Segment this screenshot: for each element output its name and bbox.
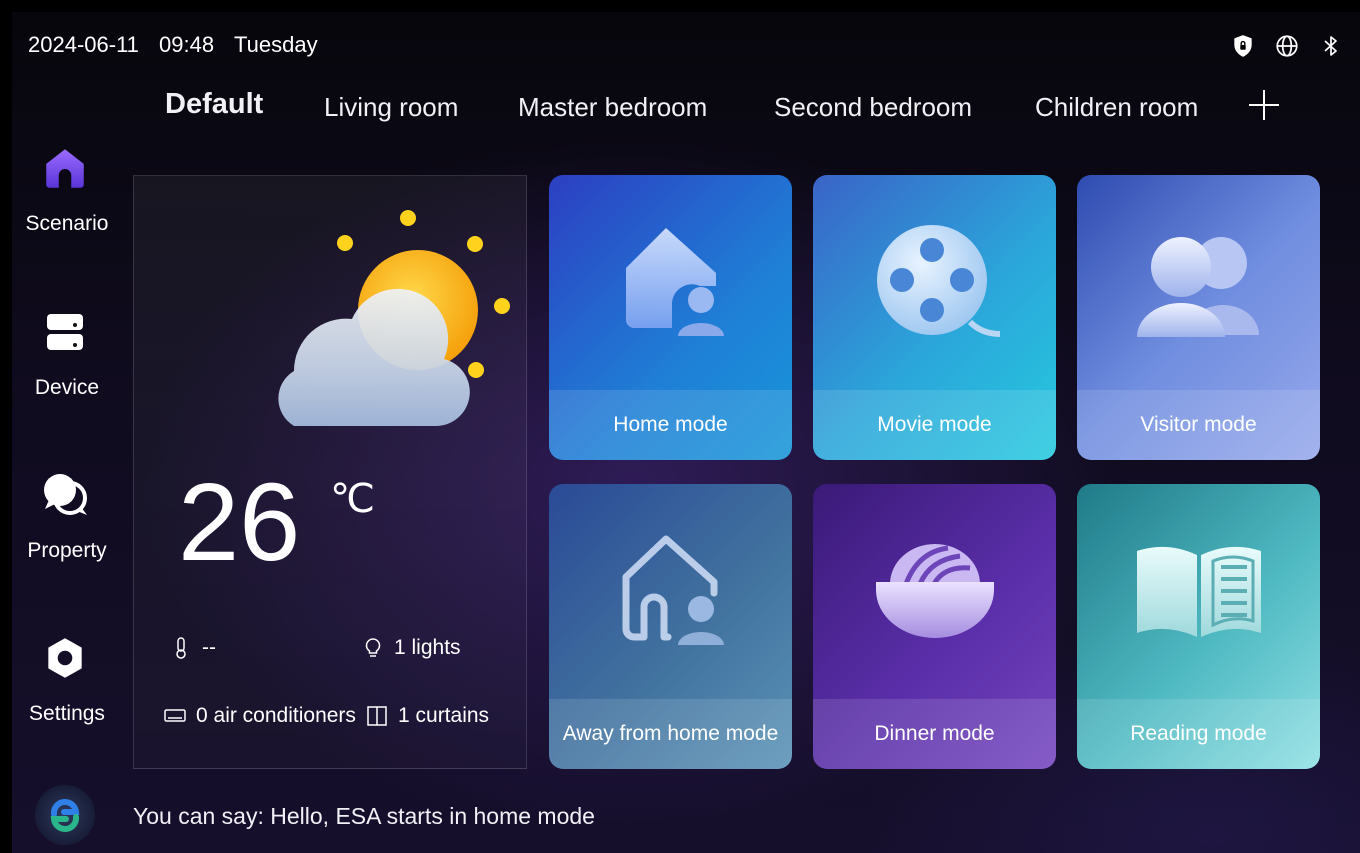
mode-label: Movie mode [813, 390, 1056, 460]
smart-home-screen: 2024-06-11 09:48 Tuesday Scenario Device… [12, 12, 1360, 853]
tab-master-bedroom[interactable]: Master bedroom [518, 92, 707, 123]
mode-label: Reading mode [1077, 699, 1320, 769]
mode-tile-reading[interactable]: Reading mode [1077, 484, 1320, 769]
status-date: 2024-06-11 [28, 32, 139, 57]
humidity-stat: -- [170, 636, 216, 660]
sidebar-item-label: Property [27, 539, 107, 562]
voice-hint: You can say: Hello, ESA starts in home m… [133, 803, 595, 829]
chat-icon [39, 469, 91, 521]
sidebar-item-settings[interactable]: Settings [12, 612, 122, 742]
air-conditioner-stat: 0 air conditioners [164, 704, 356, 728]
device-icon [39, 306, 91, 358]
tab-default[interactable]: Default [165, 88, 263, 121]
mode-tile-home[interactable]: Home mode [549, 175, 792, 460]
air-conditioner-value: 0 air conditioners [196, 704, 356, 727]
sidebar-item-property[interactable]: Property [12, 449, 122, 579]
curtains-value: 1 curtains [398, 704, 490, 727]
bulb-icon [362, 637, 384, 659]
thermometer-icon [170, 637, 192, 659]
air-conditioner-icon [164, 705, 186, 727]
home-person-icon [549, 175, 792, 390]
sidebar-item-label: Scenario [25, 212, 109, 235]
tab-second-bedroom[interactable]: Second bedroom [774, 92, 972, 123]
sidebar-item-device[interactable]: Device [12, 286, 122, 416]
home-icon [39, 142, 91, 194]
status-time: 09:48 [159, 32, 215, 57]
assistant-logo-icon[interactable] [34, 784, 96, 846]
status-weekday: Tuesday [234, 32, 318, 57]
status-bar: 2024-06-11 09:48 Tuesday [12, 12, 1360, 78]
mode-label: Away from home mode [549, 699, 792, 769]
tab-children-room[interactable]: Children room [1035, 92, 1198, 123]
sidebar-item-label: Device [34, 376, 100, 399]
bluetooth-icon[interactable] [1316, 31, 1346, 61]
mode-label: Home mode [549, 390, 792, 460]
home-outline-person-icon [549, 484, 792, 699]
globe-icon[interactable] [1272, 31, 1302, 61]
tab-living-room[interactable]: Living room [324, 92, 458, 123]
lights-stat: 1 lights [362, 636, 461, 660]
mode-tile-dinner[interactable]: Dinner mode [813, 484, 1056, 769]
sidebar-item-scenario[interactable]: Scenario [12, 122, 122, 252]
gear-icon [39, 632, 91, 684]
temperature-unit: ℃ [330, 477, 375, 521]
status-icons [1228, 31, 1346, 61]
plus-icon[interactable] [1247, 88, 1281, 129]
partly-cloudy-icon [254, 198, 514, 438]
mode-tile-visitor[interactable]: Visitor mode [1077, 175, 1320, 460]
mode-label: Dinner mode [813, 699, 1056, 769]
shield-lock-icon [1228, 31, 1258, 61]
sidebar-item-label: Settings [29, 702, 105, 725]
curtains-stat: 1 curtains [366, 704, 489, 728]
mode-tile-away[interactable]: Away from home mode [549, 484, 792, 769]
lights-value: 1 lights [394, 636, 461, 659]
humidity-value: -- [202, 636, 216, 659]
temperature-value: 26 [178, 461, 301, 584]
weather-card: 26 ℃ -- 1 lights 0 air conditioners 1 cu… [133, 175, 527, 769]
mode-tile-movie[interactable]: Movie mode [813, 175, 1056, 460]
people-icon [1077, 175, 1320, 390]
mode-label: Visitor mode [1077, 390, 1320, 460]
film-reel-icon [813, 175, 1056, 390]
open-book-icon [1077, 484, 1320, 699]
noodle-bowl-icon [813, 484, 1056, 699]
curtain-icon [366, 705, 388, 727]
